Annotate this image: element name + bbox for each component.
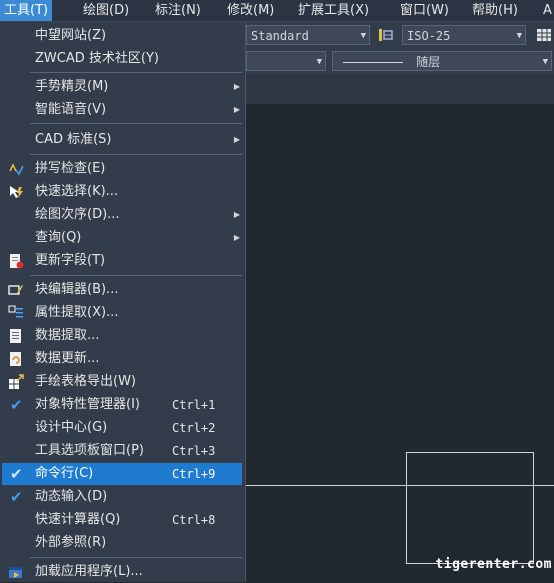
checkmark-icon: ✔ xyxy=(10,396,23,414)
data-extraction-icon xyxy=(10,329,21,343)
properties-toolbar: ▼ 随层 ▼ xyxy=(244,48,554,74)
data-update-icon xyxy=(10,352,21,366)
menu-item-xref[interactable]: 外部参照(R) xyxy=(2,532,242,554)
menu-item-quick-calculator[interactable]: 快速计算器(Q) Ctrl+8 xyxy=(2,509,242,531)
menu-item-data-update[interactable]: 数据更新... xyxy=(2,348,242,370)
menu-bar: 工具(T) 绘图(D) 标注(N) 修改(M) 扩展工具(X) 窗口(W) 帮助… xyxy=(0,0,554,22)
submenu-arrow-icon: ▶ xyxy=(233,135,240,144)
menu-item-zwsoft-website[interactable]: 中望网站(Z) xyxy=(2,25,242,47)
checkmark-icon: ✔ xyxy=(10,488,23,506)
menu-item-inquiry[interactable]: 查询(Q) ▶ xyxy=(2,227,242,249)
menu-divider xyxy=(30,123,242,124)
update-fields-icon xyxy=(10,254,24,269)
selection-box xyxy=(406,452,534,564)
linetype-value: 随层 xyxy=(416,55,441,69)
menu-item-spell-check[interactable]: 拼写检查(E) xyxy=(2,158,242,180)
menu-item-smart-voice[interactable]: 智能语音(V) ▶ xyxy=(2,99,242,121)
menu-divider xyxy=(30,275,242,276)
menu-divider xyxy=(30,557,242,558)
menu-divider xyxy=(30,72,242,73)
menu-help[interactable]: 帮助(H) xyxy=(468,0,522,21)
iso-value: ISO-25 xyxy=(407,29,451,43)
dimstyle-dropdown[interactable]: Standard ▼ xyxy=(246,25,370,45)
menu-item-update-fields[interactable]: 更新字段(T) xyxy=(2,250,242,272)
quick-select-icon xyxy=(10,186,23,198)
chevron-down-icon: ▼ xyxy=(542,57,548,67)
tools-dropdown-menu: 中望网站(Z) ZWCAD 技术社区(Y) 手势精灵(M) ▶ 智能语音(V) … xyxy=(0,22,246,582)
submenu-arrow-icon: ▶ xyxy=(233,105,240,114)
menu-item-attribute-extraction[interactable]: 属性提取(X)... xyxy=(2,302,242,324)
menu-item-gesture-wizard[interactable]: 手势精灵(M) ▶ xyxy=(2,76,242,98)
chevron-down-icon: ▼ xyxy=(316,57,322,67)
menu-item-export-table[interactable]: 手绘表格导出(W) xyxy=(2,371,242,393)
menu-item-properties-manager[interactable]: ✔ 对象特性管理器(I) Ctrl+1 xyxy=(2,394,242,416)
watermark: tigerenter.com xyxy=(435,557,552,572)
chevron-down-icon: ▼ xyxy=(360,31,366,41)
menu-tools[interactable]: 工具(T) xyxy=(0,0,53,21)
menu-item-design-center[interactable]: 设计中心(G) Ctrl+2 xyxy=(2,417,242,439)
menu-item-quick-select[interactable]: 快速选择(K)... xyxy=(2,181,242,203)
color-dropdown[interactable]: ▼ xyxy=(246,51,326,71)
styles-toolbar: Standard ▼ ISO-25 ▼ xyxy=(244,22,554,48)
load-application-icon xyxy=(9,567,22,578)
table-style-icon[interactable] xyxy=(536,27,552,43)
menu-item-data-extraction[interactable]: 数据提取... xyxy=(2,325,242,347)
menu-divider xyxy=(30,154,242,155)
linetype-dropdown[interactable]: 随层 ▼ xyxy=(332,51,552,71)
attribute-extraction-icon xyxy=(8,305,23,318)
export-table-icon xyxy=(9,374,24,389)
menu-item-block-editor[interactable]: 块编辑器(B)... xyxy=(2,279,242,301)
checkmark-icon: ✔ xyxy=(10,465,23,483)
menu-item-command-line[interactable]: ✔ 命令行(C) Ctrl+9 xyxy=(2,463,242,485)
menu-item-zwcad-community[interactable]: ZWCAD 技术社区(Y) xyxy=(2,48,242,70)
submenu-arrow-icon: ▶ xyxy=(233,210,240,219)
linetype-sample xyxy=(343,62,403,63)
menu-overflow[interactable]: A xyxy=(539,0,554,21)
menu-extend-tools[interactable]: 扩展工具(X) xyxy=(294,0,373,21)
menu-modify[interactable]: 修改(M) xyxy=(223,0,278,21)
menu-item-draw-order[interactable]: 绘图次序(D)... ▶ xyxy=(2,204,242,226)
spell-check-icon xyxy=(9,163,24,176)
menu-item-cad-standards[interactable]: CAD 标准(S) ▶ xyxy=(2,129,242,151)
block-editor-icon xyxy=(8,285,23,295)
menu-window[interactable]: 窗口(W) xyxy=(396,0,453,21)
menu-draw[interactable]: 绘图(D) xyxy=(79,0,133,21)
submenu-arrow-icon: ▶ xyxy=(233,82,240,91)
dimstyle-value: Standard xyxy=(251,29,309,43)
iso-dropdown[interactable]: ISO-25 ▼ xyxy=(402,25,526,45)
dimension-style-icon[interactable] xyxy=(378,27,394,43)
chevron-down-icon: ▼ xyxy=(516,31,522,41)
tab-strip xyxy=(244,74,554,104)
submenu-arrow-icon: ▶ xyxy=(233,233,240,242)
menu-item-dynamic-input[interactable]: ✔ 动态输入(D) xyxy=(2,486,242,508)
menu-item-load-application[interactable]: 加载应用程序(L)... xyxy=(2,561,242,583)
menu-item-tool-palettes[interactable]: 工具选项板窗口(P) Ctrl+3 xyxy=(2,440,242,462)
menu-dimension[interactable]: 标注(N) xyxy=(151,0,205,21)
